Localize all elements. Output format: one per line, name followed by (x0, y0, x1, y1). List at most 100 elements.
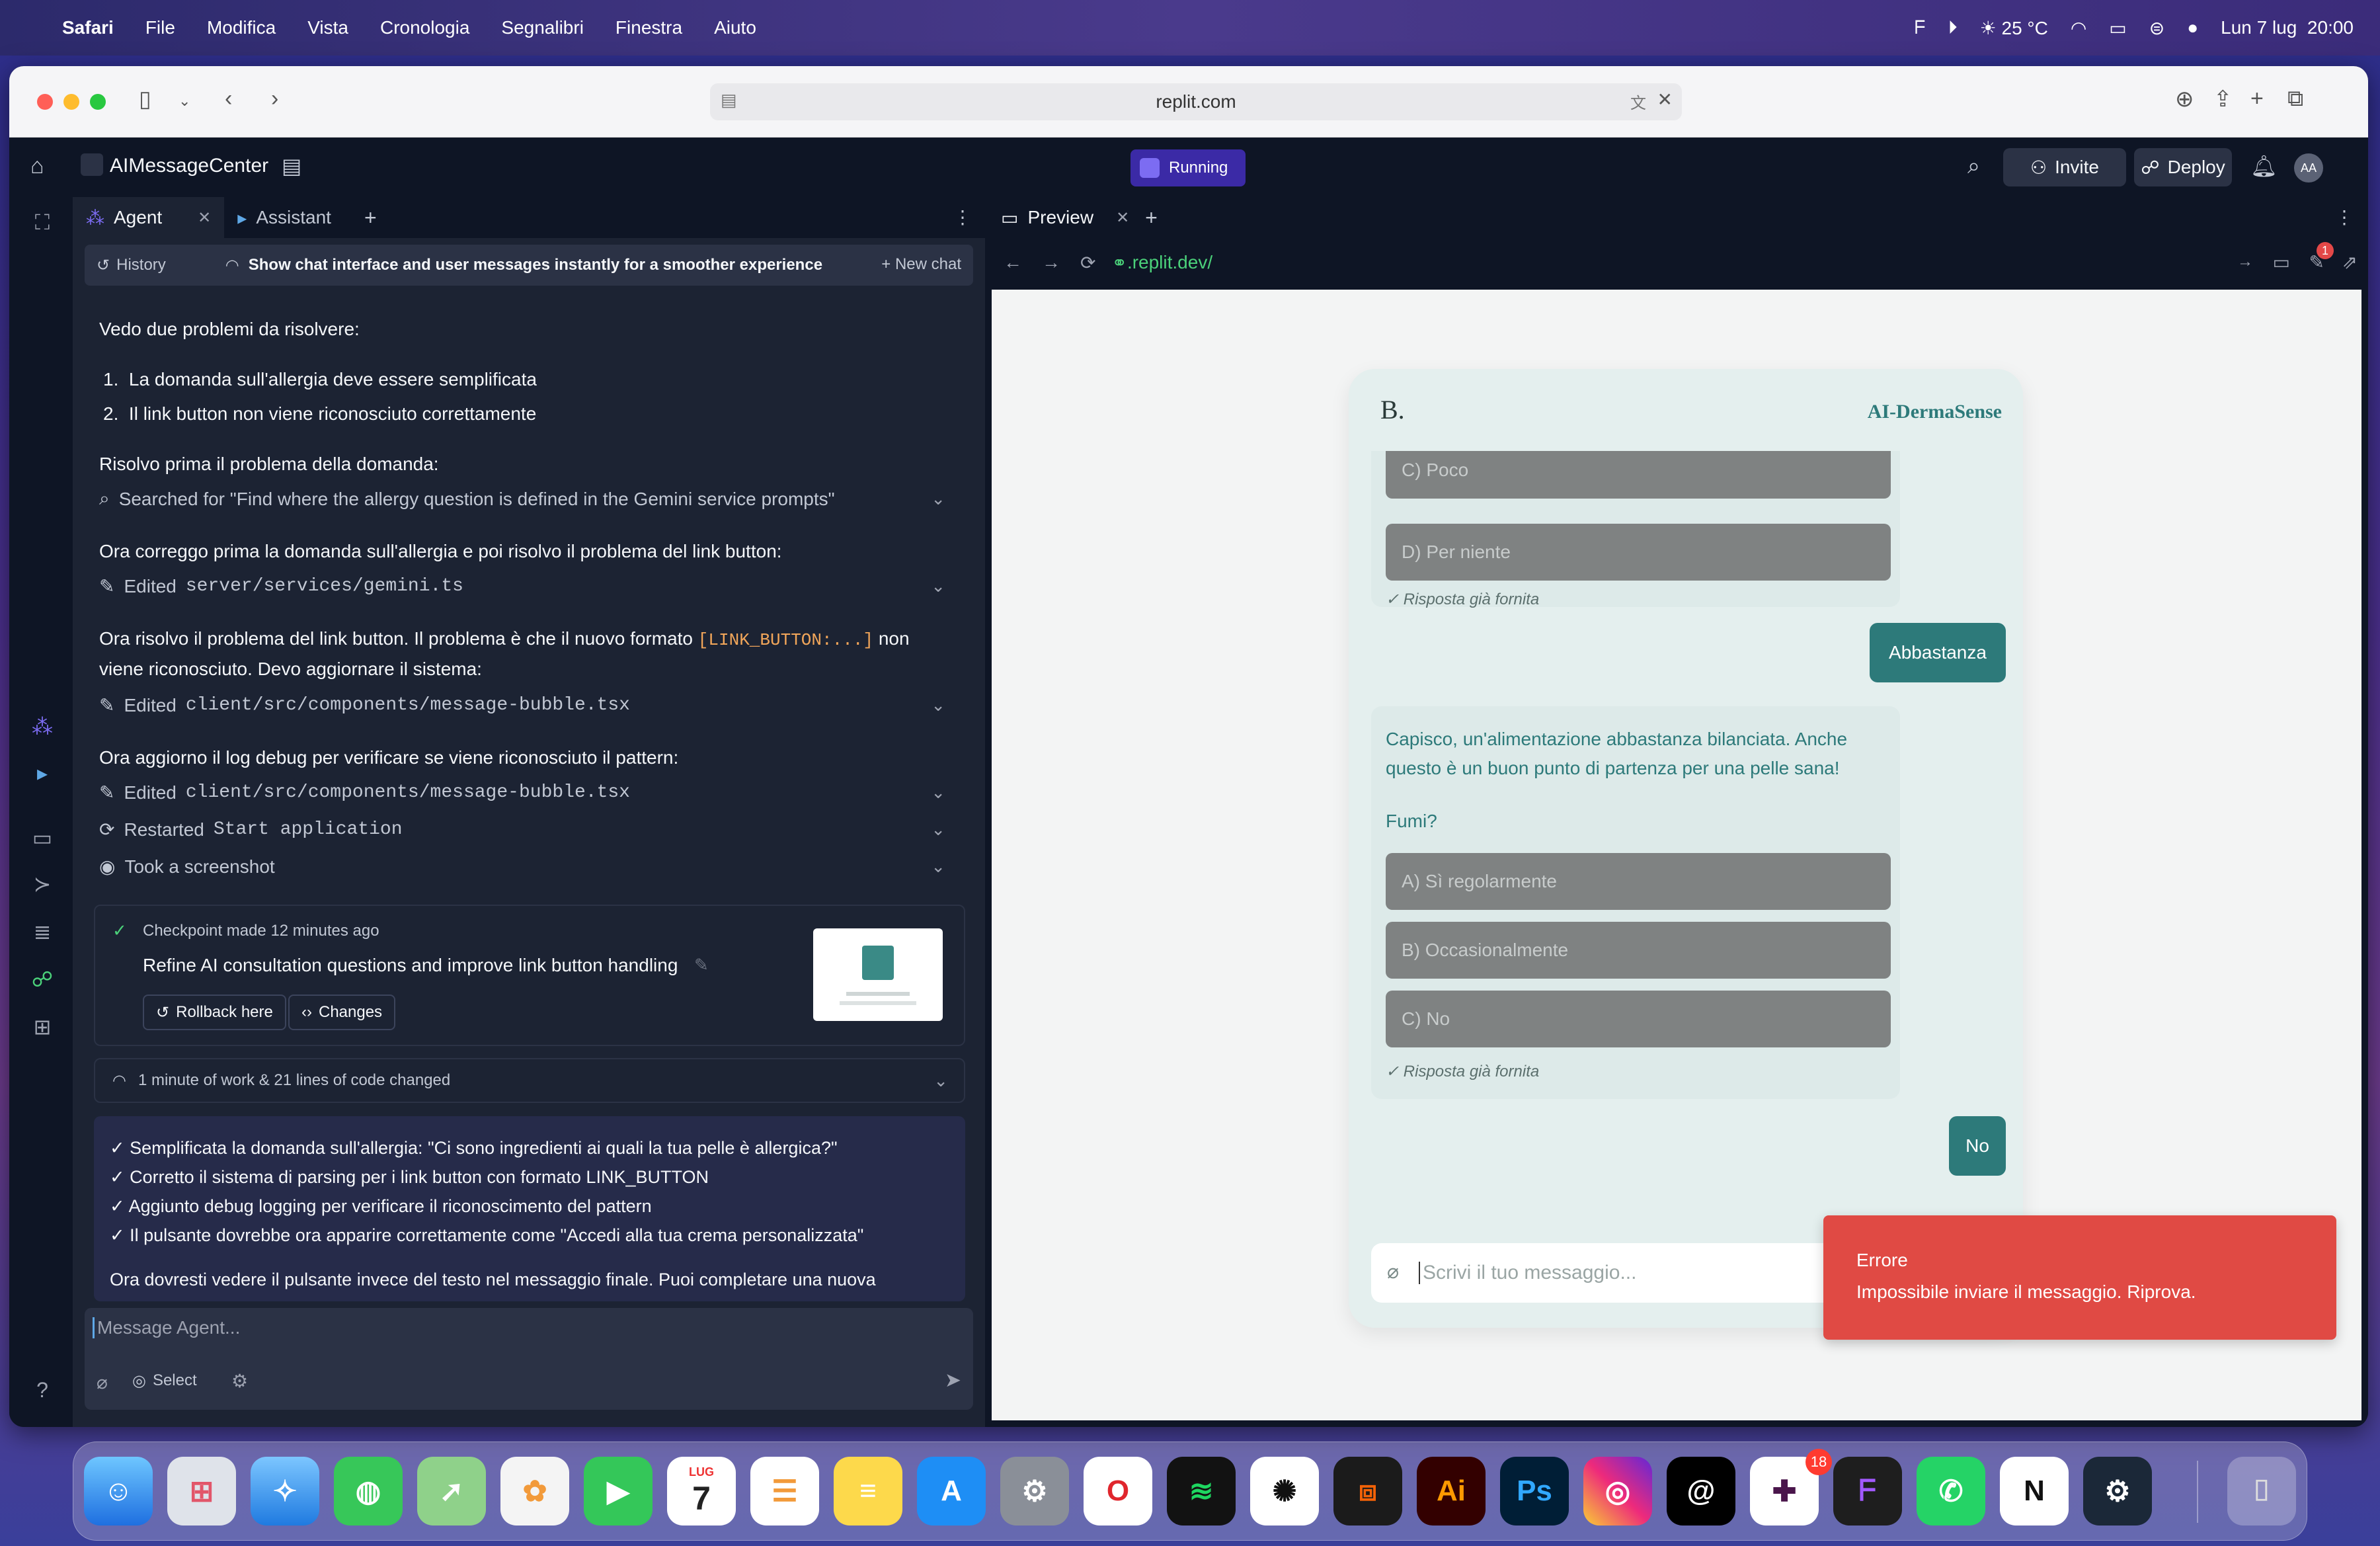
work-summary-bar[interactable]: ◠ 1 minute of work & 21 lines of code ch… (94, 1058, 965, 1103)
edit-action[interactable]: ✎ Edited client/src/components/message-bub… (99, 782, 959, 803)
illustrator-icon[interactable]: Ai (1417, 1457, 1486, 1526)
deploy-button[interactable]: ☍ Deploy (2134, 148, 2232, 186)
chevron-down-icon[interactable]: ⌄ (931, 489, 945, 509)
bell-icon[interactable]: 🔔︎ (2250, 153, 2278, 179)
forward-icon[interactable]: › (271, 86, 278, 112)
settings-sliders-icon[interactable]: ⚙ (231, 1370, 248, 1392)
threads-icon[interactable]: @ (1667, 1457, 1735, 1526)
back-icon[interactable]: ‹ (225, 86, 232, 112)
search-action[interactable]: ⌕ Searched for "Find where the allergy qu… (99, 488, 959, 510)
reload-icon[interactable]: ⟳ (1060, 252, 1095, 274)
changes-button[interactable]: ‹› Changes (288, 995, 396, 1030)
minimize-window-button[interactable] (63, 94, 79, 110)
tab-preview[interactable]: ▭ Preview ✕ (992, 197, 1138, 238)
chatgpt-icon[interactable]: ✺ (1250, 1457, 1319, 1526)
messages-icon[interactable]: ◍ (334, 1457, 403, 1526)
photos-icon[interactable]: ✿ (500, 1457, 569, 1526)
address-bar[interactable]: ▤ replit.com 文 ✕ (710, 83, 1682, 120)
more-icon[interactable]: ⋮ (953, 206, 972, 228)
all-tools-icon[interactable]: ⊞ (29, 1014, 56, 1039)
instagram-icon[interactable]: ◎ (1583, 1457, 1652, 1526)
sidebar-icon[interactable]: ▯ (139, 86, 151, 112)
downloads-icon[interactable]: ⊕ (2175, 86, 2194, 112)
avatar[interactable]: AA (2294, 153, 2323, 183)
rollback-button[interactable]: ↺ Rollback here (143, 995, 286, 1030)
play-status-icon[interactable]: ⏵ (1948, 17, 1958, 39)
battery-icon[interactable]: ▭ (2109, 17, 2126, 39)
chevron-down-icon[interactable]: ⌄ (933, 1071, 948, 1091)
screenshot-action[interactable]: ◉ Took a screenshot ⌄ (99, 856, 959, 877)
close-icon[interactable]: ✕ (1116, 208, 1129, 227)
clock[interactable]: Lun 7 lug 20:00 (2221, 17, 2354, 38)
share-icon[interactable]: ⇪ (2213, 86, 2233, 112)
project-name[interactable]: AIMessageCenter (110, 155, 268, 177)
edit-action[interactable]: ✎ Edited server/services/gemini.ts ⌄ (99, 575, 959, 597)
option-button[interactable]: B) Occasionalmente (1386, 922, 1891, 979)
app-menu[interactable]: Safari (46, 17, 130, 38)
facetime-icon[interactable]: ▶ (584, 1457, 653, 1526)
assistant-icon[interactable]: ▸ (29, 760, 56, 786)
home-icon[interactable]: ⌂ (30, 153, 44, 179)
menu-vista[interactable]: Vista (292, 17, 364, 38)
notion-icon[interactable]: N (2000, 1457, 2069, 1526)
replit-icon[interactable]: ⧈ (1333, 1457, 1402, 1526)
history-button[interactable]: History (110, 256, 166, 274)
edit-action[interactable]: ✎ Edited client/src/components/message-bub… (99, 694, 959, 716)
page-settings-icon[interactable]: ▤ (721, 90, 737, 110)
notes-icon[interactable]: ≡ (834, 1457, 902, 1526)
option-button[interactable]: A) Sì regolarmente (1386, 853, 1891, 910)
close-icon[interactable]: ✕ (198, 208, 211, 227)
figma-icon[interactable]: ᖴ (1833, 1457, 1902, 1526)
help-icon[interactable]: ? (29, 1378, 56, 1403)
menu-modifica[interactable]: Modifica (191, 17, 292, 38)
tab-overview-icon[interactable]: ⧉ (2287, 86, 2303, 112)
search-icon[interactable]: ⌕ (1967, 153, 1980, 179)
run-status-button[interactable]: Running (1130, 149, 1246, 186)
close-icon[interactable]: ✕ (1657, 89, 1673, 110)
back-icon[interactable]: ← (992, 252, 1022, 273)
send-icon[interactable]: ➤ (945, 1369, 961, 1392)
tab-assistant[interactable]: ▸ Assistant (224, 197, 344, 238)
agent-icon[interactable]: ⁂ (29, 714, 56, 739)
chevron-down-icon[interactable]: ⌄ (931, 856, 945, 877)
close-window-button[interactable] (37, 94, 53, 110)
history-icon[interactable]: ↺ (85, 256, 110, 275)
chevron-down-icon[interactable]: ⌄ (931, 819, 945, 840)
more-icon[interactable]: ⋮ (2335, 206, 2354, 228)
control-center-icon[interactable]: ⊜ (2149, 17, 2164, 39)
safari-icon[interactable]: ✧ (251, 1457, 319, 1526)
wifi-icon[interactable]: ◠ (2071, 17, 2086, 39)
figma-status-icon[interactable]: ᖴ (1915, 17, 1926, 39)
deployments-icon[interactable]: ☍ (29, 967, 56, 992)
option-button[interactable]: D) Per niente (1386, 524, 1891, 581)
app-store-icon[interactable]: A (917, 1457, 986, 1526)
project-details-icon[interactable]: ▤ (282, 153, 301, 179)
option-button[interactable]: C) No (1386, 991, 1891, 1047)
files-icon[interactable]: ⛶ (29, 210, 56, 235)
attach-icon[interactable]: ⌀ (1387, 1260, 1399, 1283)
chat-input[interactable]: Scrivi il tuo messaggio... (1419, 1262, 1636, 1284)
preview-url[interactable]: .replit.dev/ (1127, 252, 1212, 273)
menu-segnalibri[interactable]: Segnalibri (485, 17, 600, 38)
calendar-icon[interactable]: LUG 7 (667, 1457, 736, 1526)
message-input[interactable]: Message Agent... (93, 1317, 240, 1338)
chevron-down-icon[interactable]: ⌄ (178, 93, 190, 110)
launchpad-icon[interactable]: ⊞ (167, 1457, 236, 1526)
forward-icon[interactable]: → (1022, 252, 1060, 273)
shell-icon[interactable]: ≻ (29, 872, 56, 897)
opera-icon[interactable]: O (1084, 1457, 1152, 1526)
preview-icon[interactable]: ▭ (29, 825, 56, 850)
open-arrow-icon[interactable]: → (2237, 253, 2253, 271)
chevron-down-icon[interactable]: ⌄ (931, 782, 945, 803)
system-settings-icon[interactable]: ⚙ (1000, 1457, 1069, 1526)
translate-icon[interactable]: 文 (1630, 90, 1646, 113)
new-tab-icon[interactable]: + (2250, 86, 2264, 112)
invite-button[interactable]: ⚇ Invite (2003, 148, 2126, 186)
maps-icon[interactable]: ➚ (417, 1457, 486, 1526)
external-link-icon[interactable]: ⇗ (2342, 251, 2358, 273)
devices-icon[interactable]: ▭ (2273, 251, 2290, 273)
tab-agent[interactable]: ⁂ Agent ✕ (73, 197, 225, 238)
checkpoint-screenshot-thumbnail[interactable] (813, 928, 943, 1021)
zoom-window-button[interactable] (90, 94, 106, 110)
weather-icon[interactable]: ☀ 25 °C (1980, 17, 2048, 39)
